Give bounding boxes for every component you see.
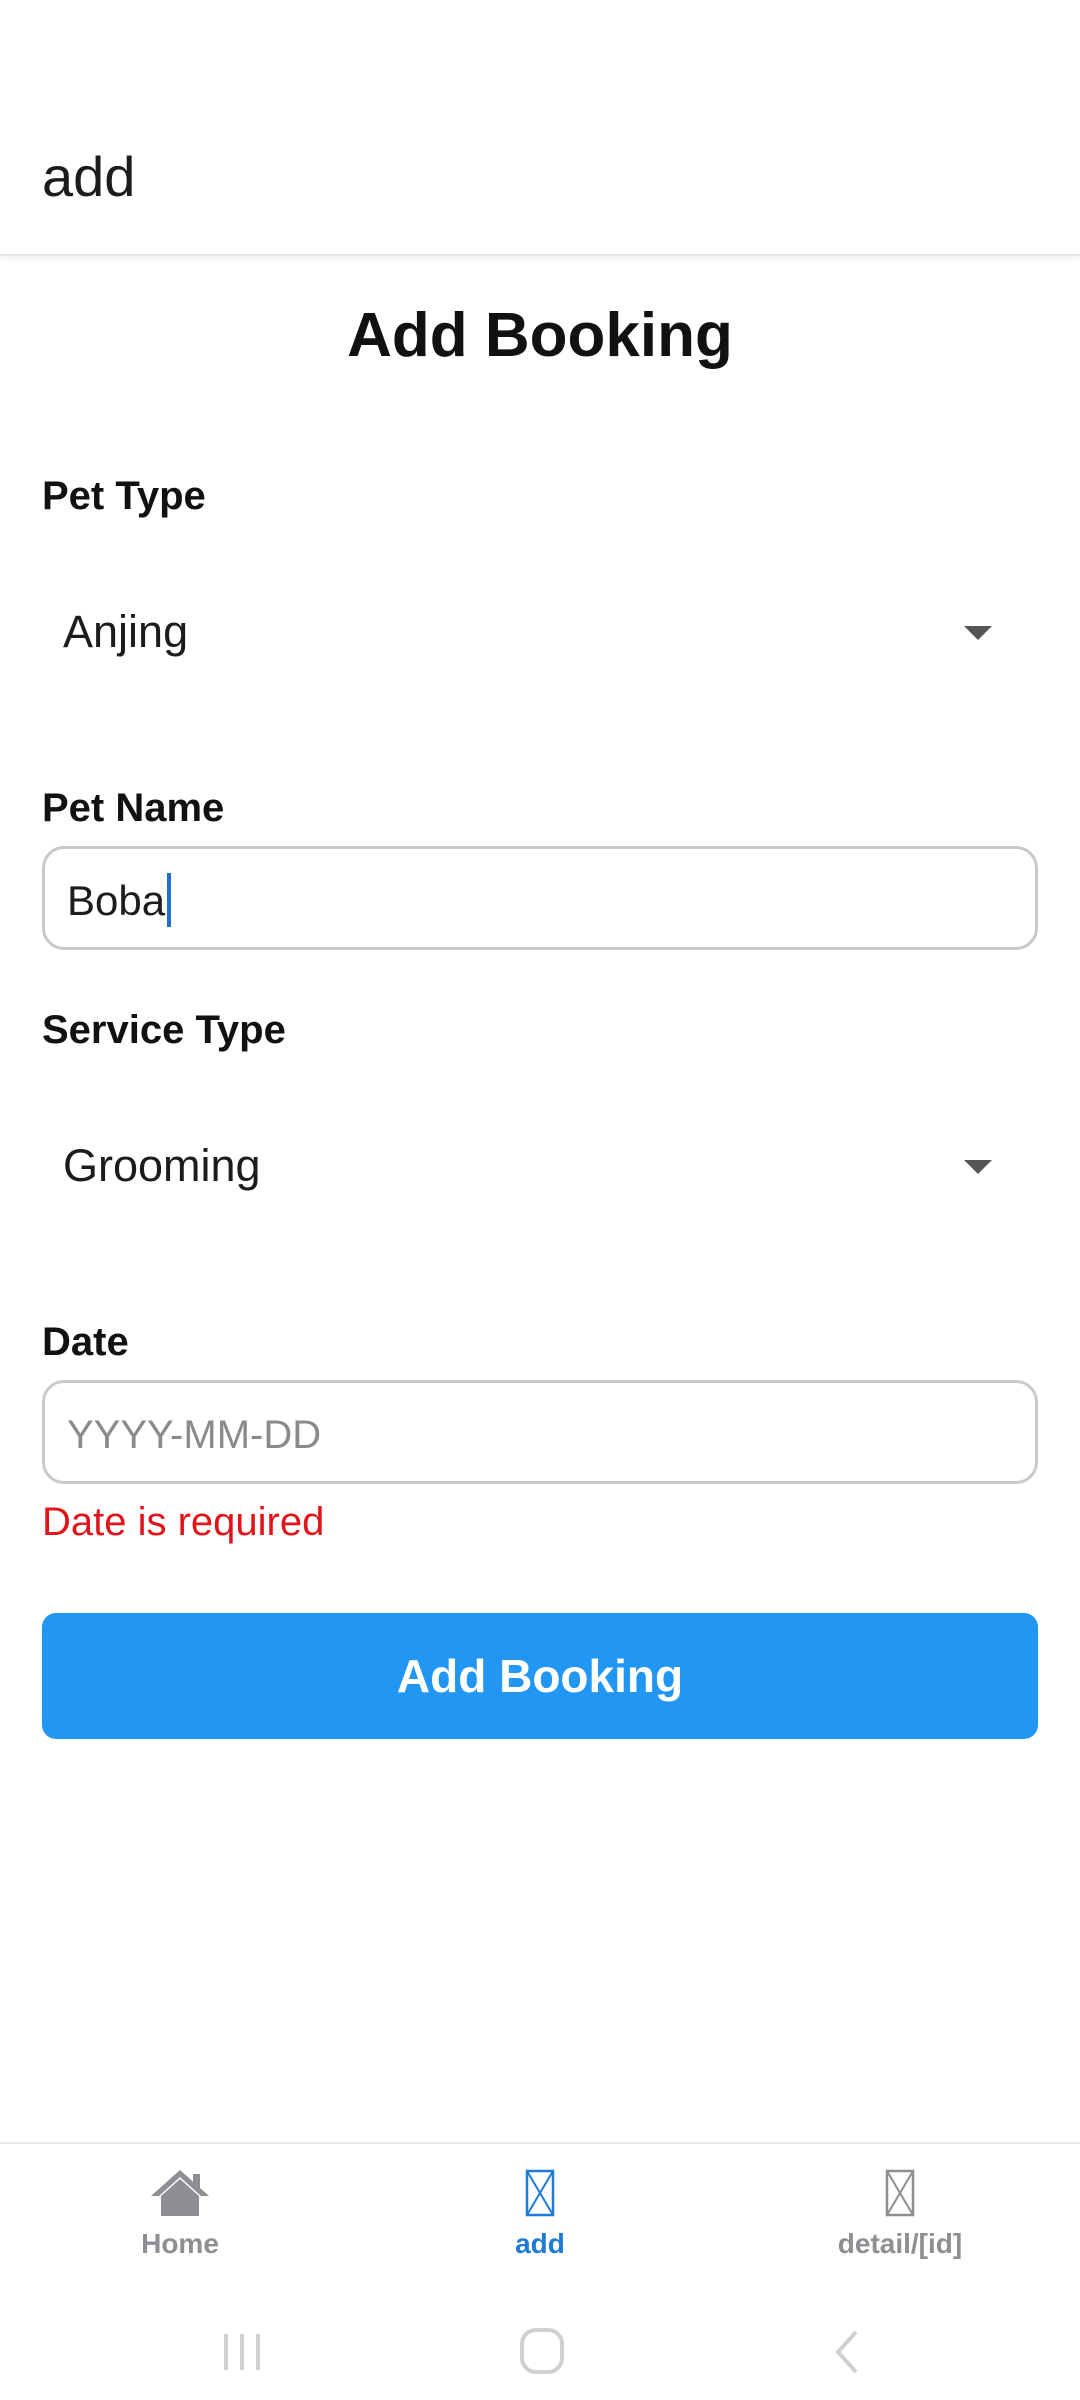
app-header: add (0, 92, 1080, 256)
bottom-tab-bar: Home add detail/[id] (0, 2142, 1080, 2302)
service-type-label: Service Type (42, 1008, 286, 1052)
add-booking-button-label: Add Booking (396, 1650, 684, 1702)
pet-type-picker[interactable]: Anjing (42, 572, 1038, 692)
service-type-picker[interactable]: Grooming (42, 1106, 1038, 1226)
tab-home[interactable]: Home (30, 2168, 330, 2288)
header-title: add (42, 145, 136, 208)
service-type-value: Grooming (63, 1140, 261, 1191)
page-title: Add Booking (347, 301, 733, 370)
text-cursor (167, 873, 172, 927)
date-placeholder: YYYY-MM-DD (67, 1413, 322, 1457)
pet-name-label: Pet Name (42, 786, 225, 830)
pet-name-input[interactable]: Boba (42, 846, 1038, 950)
pet-name-value: Boba (67, 877, 166, 925)
home-circle-icon[interactable] (512, 2326, 572, 2378)
status-bar (0, 0, 1080, 92)
system-nav-bar (0, 2302, 1080, 2400)
tab-add-label: add (515, 2228, 565, 2259)
back-icon[interactable] (818, 2326, 878, 2378)
tab-detail[interactable]: detail/[id] (750, 2168, 1050, 2288)
pet-type-label: Pet Type (42, 474, 206, 518)
dropdown-caret-icon (964, 1160, 992, 1174)
add-booking-button[interactable]: Add Booking (42, 1613, 1038, 1739)
home-icon (151, 2170, 209, 2216)
missing-glyph-icon (885, 2169, 915, 2217)
pet-type-value: Anjing (63, 606, 189, 657)
pet-name-value-wrap: Boba (67, 873, 172, 931)
missing-glyph-icon (525, 2169, 555, 2217)
tab-detail-label: detail/[id] (837, 2228, 963, 2259)
tab-home-label: Home (141, 2228, 219, 2259)
tab-add[interactable]: add (390, 2168, 690, 2288)
date-label: Date (42, 1320, 129, 1364)
recent-apps-icon[interactable] (212, 2326, 272, 2378)
date-input[interactable]: YYYY-MM-DD (42, 1380, 1038, 1484)
dropdown-caret-icon (964, 626, 992, 640)
date-error-message: Date is required (42, 1500, 325, 1544)
